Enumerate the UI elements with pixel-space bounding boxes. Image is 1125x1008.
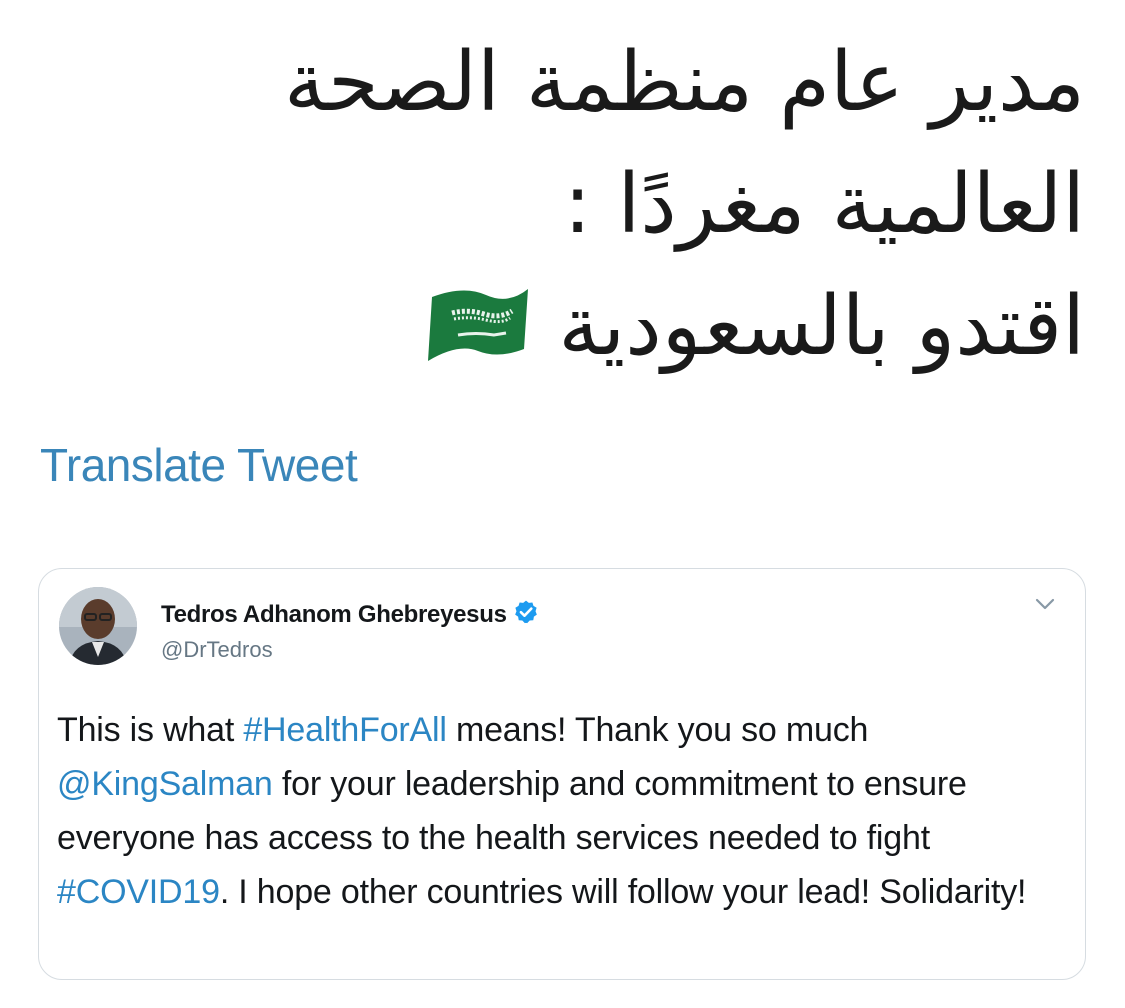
embedded-tweet-card[interactable]: Tedros Adhanom Ghebreyesus @DrTedros Thi…: [38, 568, 1086, 980]
author-name[interactable]: Tedros Adhanom Ghebreyesus: [161, 599, 539, 629]
tweet-text: This is what #HealthForAll means! Thank …: [57, 703, 1067, 919]
chevron-down-icon[interactable]: [1035, 597, 1055, 611]
author-handle[interactable]: @DrTedros: [161, 637, 273, 663]
tweet-text-segment: means! Thank you so much: [446, 711, 869, 749]
caption-line-1: مدير عام منظمة الصحة: [284, 35, 1085, 130]
avatar[interactable]: [59, 587, 137, 665]
caption-line-3-text: اقتدو بالسعودية: [558, 279, 1085, 374]
author-name-text[interactable]: Tedros Adhanom Ghebreyesus: [161, 601, 507, 628]
tweet-text-segment: . I hope other countries will follow you…: [219, 873, 1027, 911]
caption-line-3: اقتدو بالسعودية: [85, 266, 1085, 388]
hashtag-link-healthforall[interactable]: #HealthForAll: [243, 711, 447, 749]
translate-tweet-link[interactable]: Translate Tweet: [40, 438, 358, 492]
verified-badge-icon: [514, 600, 537, 624]
saudi-flag-icon: [428, 288, 529, 361]
mention-link-kingsalman[interactable]: @KingSalman: [57, 765, 273, 803]
tweet-text-segment: This is what: [57, 711, 244, 749]
hashtag-link-covid19[interactable]: #COVID19: [57, 873, 220, 911]
caption-line-2: العالمية مغردًا :: [563, 157, 1085, 252]
arabic-caption: مدير عام منظمة الصحة العالمية مغردًا : ا…: [85, 22, 1085, 388]
